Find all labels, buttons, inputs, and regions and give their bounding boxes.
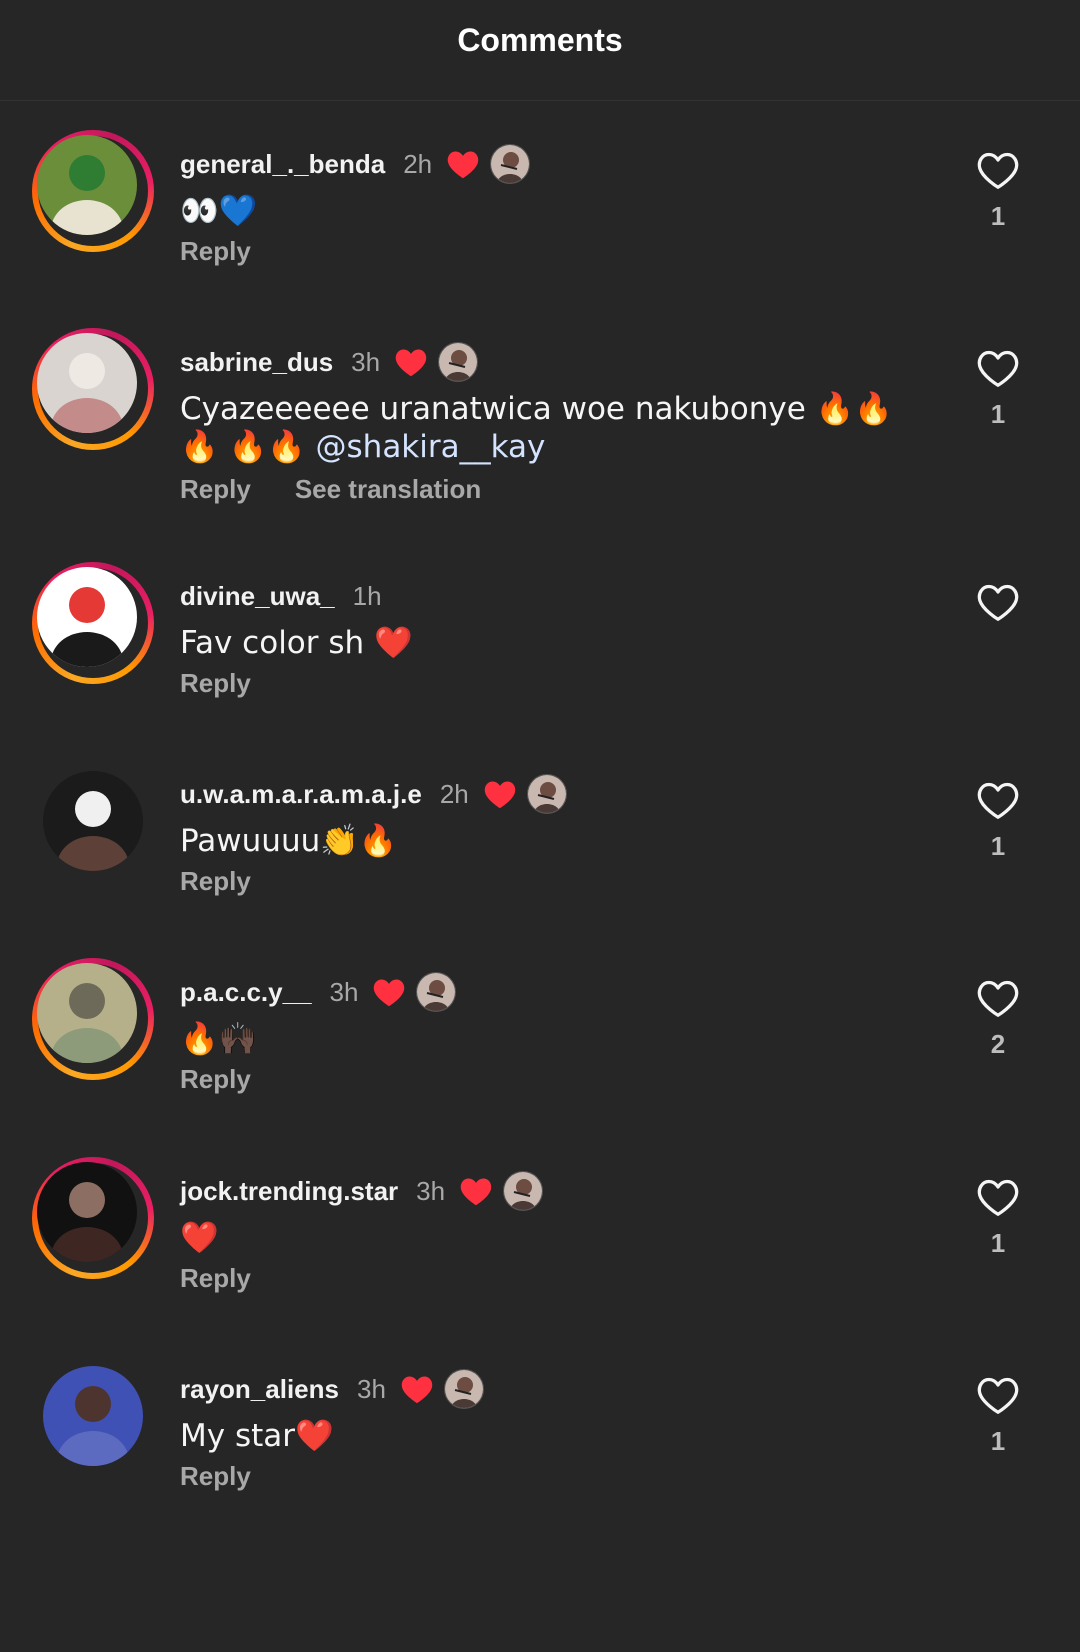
avatar-image bbox=[43, 1366, 143, 1466]
username[interactable]: divine_uwa_ bbox=[180, 581, 335, 612]
heart-filled-icon bbox=[459, 1175, 493, 1207]
avatar[interactable] bbox=[32, 1355, 154, 1477]
avatar[interactable] bbox=[32, 760, 154, 882]
bottom-edge bbox=[0, 1620, 1080, 1652]
creator-avatar-icon bbox=[443, 1369, 484, 1409]
comment-meta: u.w.a.m.a.r.a.m.a.j.e 2h bbox=[180, 774, 567, 814]
heart-outline-icon[interactable] bbox=[968, 978, 1028, 1023]
comment-body: ❤️ bbox=[180, 1220, 219, 1256]
timestamp: 3h bbox=[416, 1175, 446, 1206]
avatar[interactable] bbox=[32, 130, 154, 252]
mention-link[interactable]: @shakira__kay bbox=[316, 429, 546, 465]
comment-text: 🔥🙌🏿 bbox=[180, 1020, 920, 1058]
comment-text: Pawuuuu👏🔥 bbox=[180, 822, 920, 860]
username[interactable]: u.w.a.m.a.r.a.m.a.j.e bbox=[180, 779, 422, 810]
timestamp: 3h bbox=[329, 976, 359, 1007]
comment-actions: Reply See translation bbox=[180, 474, 481, 505]
heart-outline-icon[interactable] bbox=[968, 780, 1028, 825]
creator-avatar-icon bbox=[438, 342, 479, 382]
reply-button[interactable]: Reply bbox=[180, 668, 251, 699]
heart-outline-icon[interactable] bbox=[968, 1177, 1028, 1222]
like-count: 1 bbox=[990, 1228, 1006, 1258]
comment-actions: Reply bbox=[180, 1461, 251, 1492]
comment-meta: sabrine_dus 3h bbox=[180, 342, 479, 382]
see-translation-button[interactable]: See translation bbox=[295, 474, 481, 505]
avatar-image bbox=[37, 135, 137, 235]
comment-text: 👀💙 bbox=[180, 192, 920, 230]
like-count: 1 bbox=[990, 831, 1006, 861]
reply-button[interactable]: Reply bbox=[180, 866, 251, 897]
heart-filled-icon bbox=[394, 346, 428, 378]
like-count: 1 bbox=[990, 1426, 1006, 1456]
comment-actions: Reply bbox=[180, 236, 251, 267]
comment-body: 👀💙 bbox=[180, 193, 258, 229]
like-count: 1 bbox=[990, 201, 1006, 231]
comment-meta: general_._benda 2h bbox=[180, 144, 531, 184]
avatar-image bbox=[37, 567, 137, 667]
avatar-image bbox=[37, 963, 137, 1063]
reply-button[interactable]: Reply bbox=[180, 1064, 251, 1095]
comment-meta: rayon_aliens 3h bbox=[180, 1369, 484, 1409]
comment-actions: Reply bbox=[180, 1263, 251, 1294]
reply-button[interactable]: Reply bbox=[180, 1263, 251, 1294]
username[interactable]: sabrine_dus bbox=[180, 347, 333, 378]
avatar[interactable] bbox=[32, 958, 154, 1080]
timestamp: 3h bbox=[356, 1373, 386, 1404]
comment-body: Fav color sh ❤️ bbox=[180, 625, 413, 661]
creator-avatar-icon bbox=[503, 1171, 544, 1211]
reply-button[interactable]: Reply bbox=[180, 474, 251, 505]
like-column: 1 bbox=[968, 1177, 1028, 1259]
reply-button[interactable]: Reply bbox=[180, 236, 251, 267]
comment-text: Cyazeeeeee uranatwica woe nakubonye 🔥🔥🔥 … bbox=[180, 390, 920, 466]
comment-body: Pawuuuu👏🔥 bbox=[180, 823, 398, 859]
comment-text: ❤️ bbox=[180, 1219, 920, 1257]
heart-filled-icon bbox=[400, 1373, 434, 1405]
like-column: 1 bbox=[968, 1375, 1028, 1457]
creator-avatar-icon bbox=[416, 972, 457, 1012]
comment-text: My star❤️ bbox=[180, 1417, 920, 1455]
creator-avatar-icon bbox=[526, 774, 567, 814]
heart-filled-icon bbox=[483, 778, 517, 810]
like-column: 1 bbox=[968, 780, 1028, 862]
username[interactable]: p.a.c.c.y__ bbox=[180, 977, 312, 1008]
heart-filled-icon bbox=[446, 148, 480, 180]
like-column: 2 bbox=[968, 978, 1028, 1060]
creator-avatar-icon bbox=[490, 144, 531, 184]
like-column bbox=[968, 582, 1028, 627]
comment-actions: Reply bbox=[180, 668, 251, 699]
reply-button[interactable]: Reply bbox=[180, 1461, 251, 1492]
like-column: 1 bbox=[968, 150, 1028, 232]
comment-actions: Reply bbox=[180, 1064, 251, 1095]
username[interactable]: general_._benda bbox=[180, 149, 385, 180]
heart-filled-icon bbox=[372, 976, 406, 1008]
avatar-image bbox=[37, 1162, 137, 1262]
heart-outline-icon[interactable] bbox=[968, 1375, 1028, 1420]
comment-meta: jock.trending.star 3h bbox=[180, 1171, 544, 1211]
username[interactable]: jock.trending.star bbox=[180, 1176, 398, 1207]
avatar[interactable] bbox=[32, 562, 154, 684]
avatar-image bbox=[37, 333, 137, 433]
avatar-image bbox=[43, 771, 143, 871]
comment-meta: divine_uwa_ 1h bbox=[180, 576, 382, 616]
timestamp: 2h bbox=[439, 778, 469, 809]
comment-meta: p.a.c.c.y__ 3h bbox=[180, 972, 457, 1012]
avatar[interactable] bbox=[32, 1157, 154, 1279]
comment-text: Fav color sh ❤️ bbox=[180, 624, 920, 662]
timestamp: 1h bbox=[352, 580, 382, 611]
comments-header: Comments bbox=[0, 0, 1080, 101]
username[interactable]: rayon_aliens bbox=[180, 1374, 339, 1405]
comment-body: 🔥🙌🏿 bbox=[180, 1021, 258, 1057]
comment-actions: Reply bbox=[180, 866, 251, 897]
page-title: Comments bbox=[457, 22, 623, 58]
heart-outline-icon[interactable] bbox=[968, 150, 1028, 195]
heart-outline-icon[interactable] bbox=[968, 348, 1028, 393]
timestamp: 3h bbox=[351, 346, 381, 377]
like-count: 2 bbox=[990, 1029, 1006, 1059]
avatar[interactable] bbox=[32, 328, 154, 450]
comment-body: My star❤️ bbox=[180, 1418, 334, 1454]
like-count: 1 bbox=[990, 399, 1006, 429]
heart-outline-icon[interactable] bbox=[968, 582, 1028, 627]
like-column: 1 bbox=[968, 348, 1028, 430]
timestamp: 2h bbox=[403, 148, 433, 179]
